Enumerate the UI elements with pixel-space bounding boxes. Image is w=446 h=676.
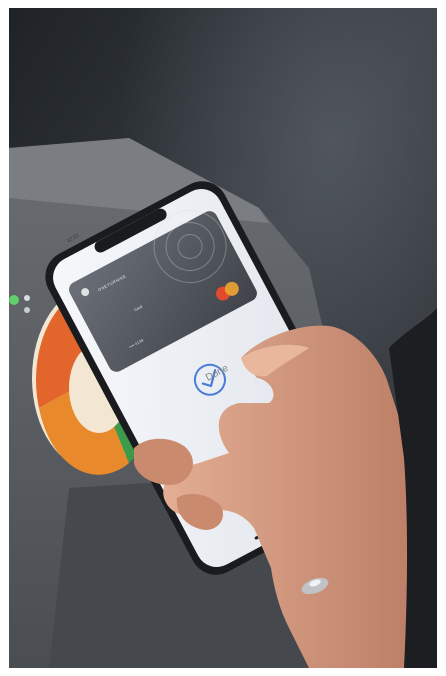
photo-frame: [9, 8, 437, 668]
indicator-light-green: [9, 295, 19, 305]
indicator-light-white-2: [24, 307, 30, 313]
contactless-payment-photo: [9, 8, 437, 668]
indicator-light-white: [24, 295, 30, 301]
